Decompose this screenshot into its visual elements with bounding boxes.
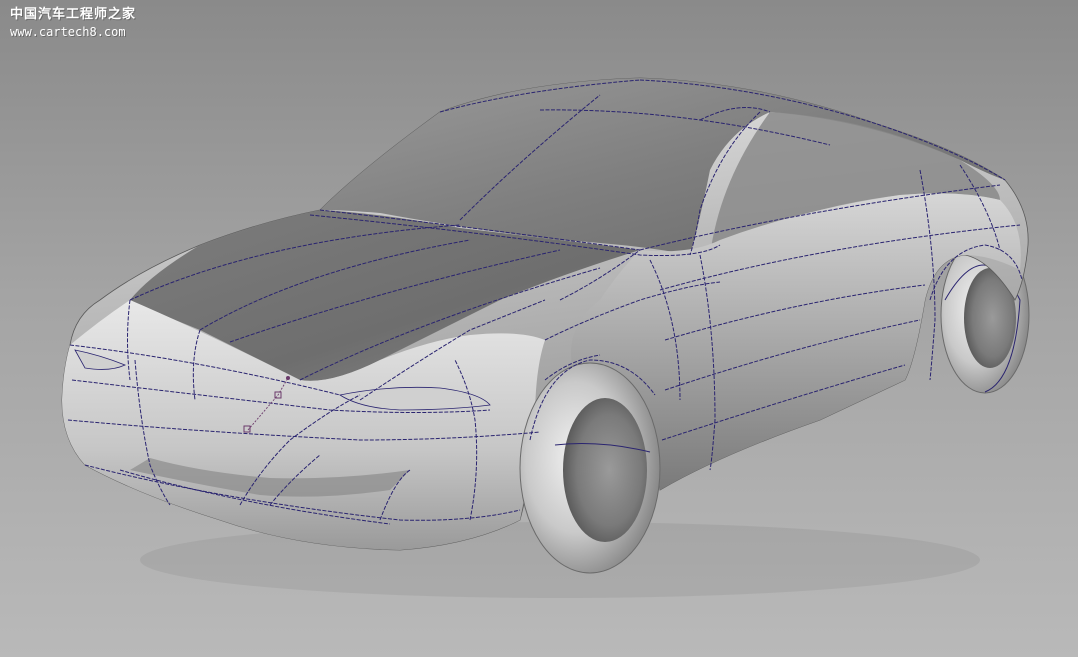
watermark: 中国汽车工程师之家 www.cartech8.com	[10, 6, 136, 40]
watermark-url: www.cartech8.com	[10, 25, 126, 39]
front-wheel[interactable]	[519, 362, 661, 574]
3d-viewport[interactable]: 中国汽车工程师之家 www.cartech8.com	[0, 0, 1078, 657]
watermark-site-name: 中国汽车工程师之家	[10, 7, 137, 22]
control-point-anchor[interactable]	[286, 376, 290, 380]
car-surface-model[interactable]	[0, 0, 1078, 657]
